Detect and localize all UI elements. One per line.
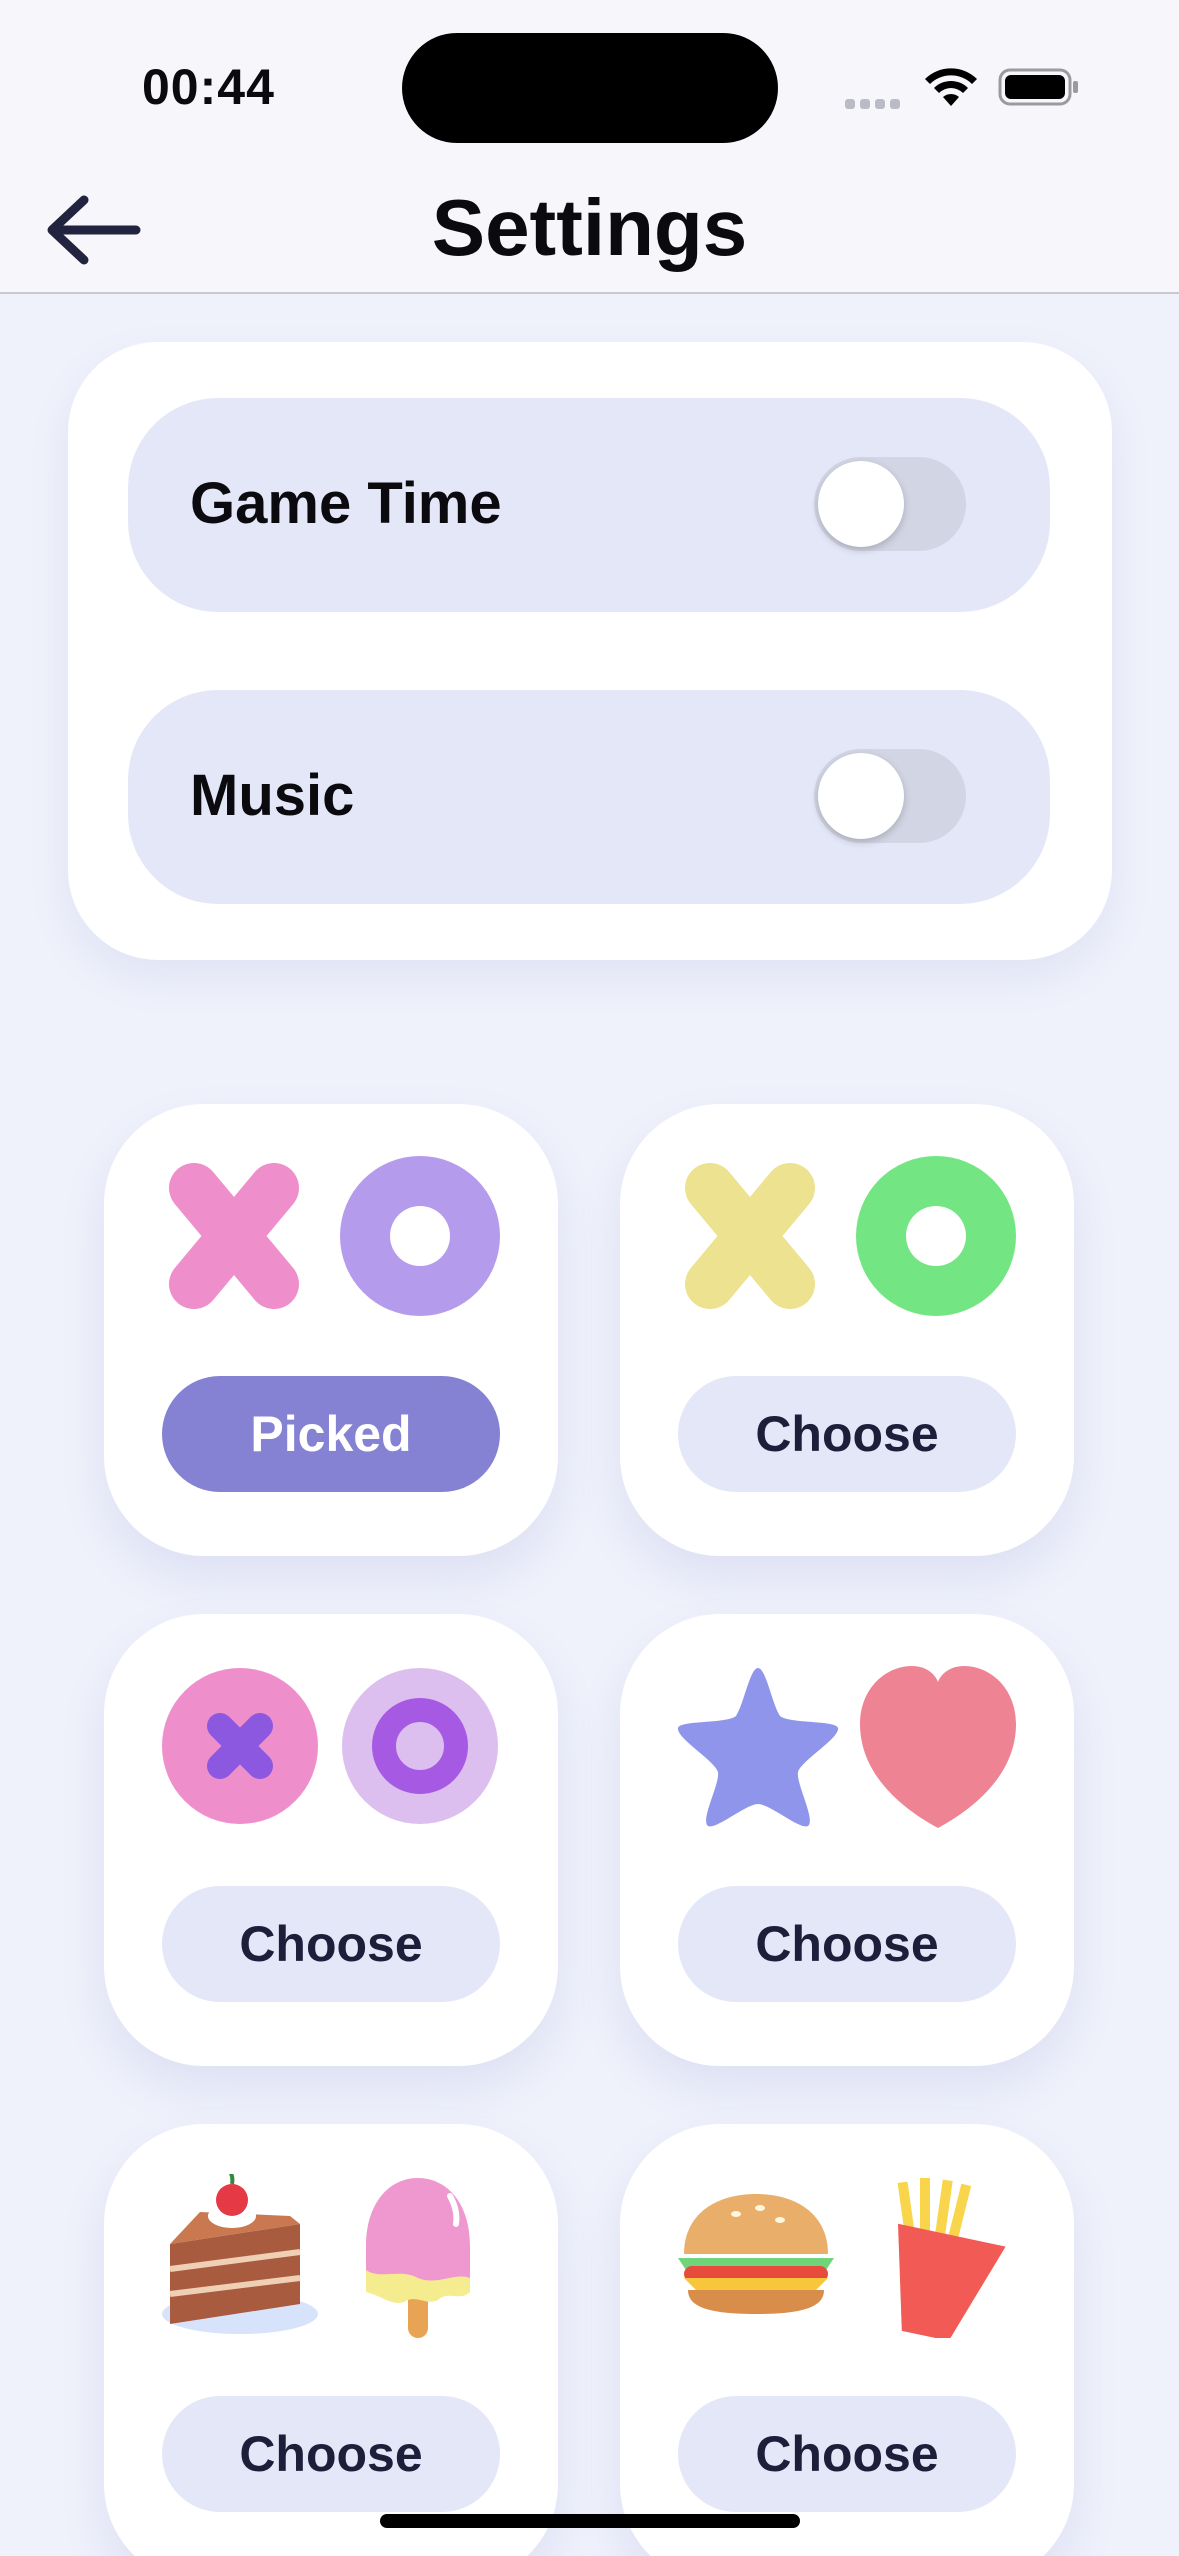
heart-icon bbox=[860, 1666, 1016, 1828]
theme-card: Choose bbox=[620, 1614, 1074, 2066]
status-time: 00:44 bbox=[142, 59, 275, 115]
cellular-signal-icon bbox=[845, 96, 905, 109]
theme-icons bbox=[162, 1668, 498, 1824]
setting-label: Game Time bbox=[190, 471, 502, 536]
theme-icons bbox=[685, 1156, 1016, 1316]
game-time-toggle[interactable] bbox=[814, 457, 966, 551]
battery-icon bbox=[998, 68, 1078, 106]
fries-icon bbox=[897, 2178, 1006, 2338]
o-icon bbox=[856, 1156, 1016, 1316]
theme-icons bbox=[678, 2178, 1006, 2338]
burger-icon bbox=[678, 2194, 834, 2314]
ice-cream-icon bbox=[366, 2178, 470, 2338]
o-icon bbox=[340, 1156, 500, 1316]
picked-button[interactable]: Picked bbox=[162, 1376, 500, 1492]
star-icon bbox=[677, 1668, 839, 1827]
page-title: Settings bbox=[431, 183, 748, 272]
setting-row-game-time: Game Time bbox=[128, 398, 1050, 612]
theme-card: Choose bbox=[620, 1104, 1074, 1556]
choose-button[interactable]: Choose bbox=[678, 1376, 1016, 1492]
setting-label: Music bbox=[190, 763, 355, 828]
setting-row-music: Music bbox=[128, 690, 1050, 904]
choose-button[interactable]: Choose bbox=[678, 1886, 1016, 2002]
theme-icons bbox=[162, 2174, 470, 2338]
theme-icons bbox=[677, 1666, 1016, 1828]
status-bar: 00:44 bbox=[0, 0, 1179, 170]
x-icon bbox=[685, 1163, 815, 1309]
choose-button[interactable]: Choose bbox=[678, 2396, 1016, 2512]
theme-icons bbox=[169, 1156, 500, 1316]
home-indicator[interactable] bbox=[380, 2514, 800, 2528]
cake-icon bbox=[162, 2174, 318, 2334]
choose-button[interactable]: Choose bbox=[162, 2396, 500, 2512]
wifi-icon bbox=[925, 68, 977, 106]
dynamic-island bbox=[402, 33, 778, 143]
toggle-knob bbox=[818, 461, 904, 547]
theme-card: Picked bbox=[104, 1104, 558, 1556]
navigation-bar: Settings bbox=[0, 170, 1179, 294]
theme-card: Choose bbox=[104, 2124, 558, 2556]
choose-button[interactable]: Choose bbox=[162, 1886, 500, 2002]
theme-card: Choose bbox=[104, 1614, 558, 2066]
x-circle-icon bbox=[162, 1668, 318, 1824]
o-circle-icon bbox=[342, 1668, 498, 1824]
settings-card: Game Time Music bbox=[68, 342, 1112, 960]
x-icon bbox=[169, 1163, 299, 1309]
theme-card: Choose bbox=[620, 2124, 1074, 2556]
toggle-knob bbox=[818, 753, 904, 839]
music-toggle[interactable] bbox=[814, 749, 966, 843]
